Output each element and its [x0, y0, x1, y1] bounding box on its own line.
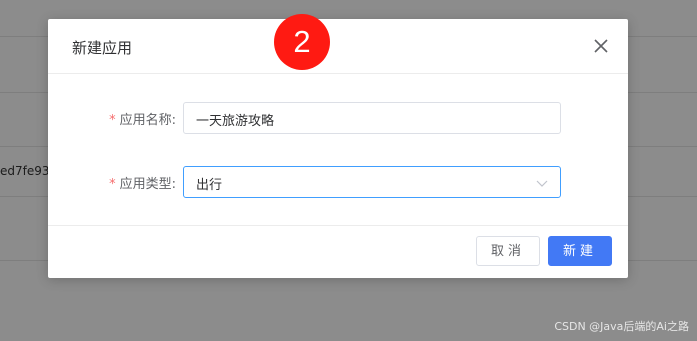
app-name-value: 一天旅游攻略: [196, 114, 275, 129]
new-app-dialog: 新建应用 2 * 应用名称: 一天旅游攻略 * 应用类型: 出行 取消 新建: [48, 14, 628, 278]
app-type-label-text: 应用类型:: [119, 177, 176, 192]
app-type-value: 出行: [196, 178, 223, 193]
required-mark: *: [109, 113, 116, 128]
watermark: CSDN @Java后端的Ai之路: [554, 320, 689, 333]
cancel-button[interactable]: 取消: [476, 236, 540, 266]
app-type-label: * 应用类型:: [109, 173, 176, 192]
dialog-header: 新建应用: [48, 19, 628, 74]
close-icon: [594, 39, 608, 53]
app-name-label-text: 应用名称:: [119, 113, 176, 128]
app-type-select[interactable]: 出行: [183, 166, 561, 198]
chevron-down-icon: [536, 180, 548, 187]
app-name-input[interactable]: 一天旅游攻略: [183, 102, 561, 134]
close-button[interactable]: [592, 37, 610, 55]
app-name-label: * 应用名称:: [109, 109, 176, 128]
required-mark: *: [109, 177, 116, 192]
form-row-app-name: * 应用名称: 一天旅游攻略: [48, 102, 628, 134]
dialog-footer: 取消 新建: [48, 225, 628, 278]
form-row-app-type: * 应用类型: 出行: [48, 166, 628, 198]
create-button[interactable]: 新建: [548, 236, 612, 266]
step-badge: 2: [274, 14, 330, 70]
dialog-title: 新建应用: [72, 39, 133, 57]
